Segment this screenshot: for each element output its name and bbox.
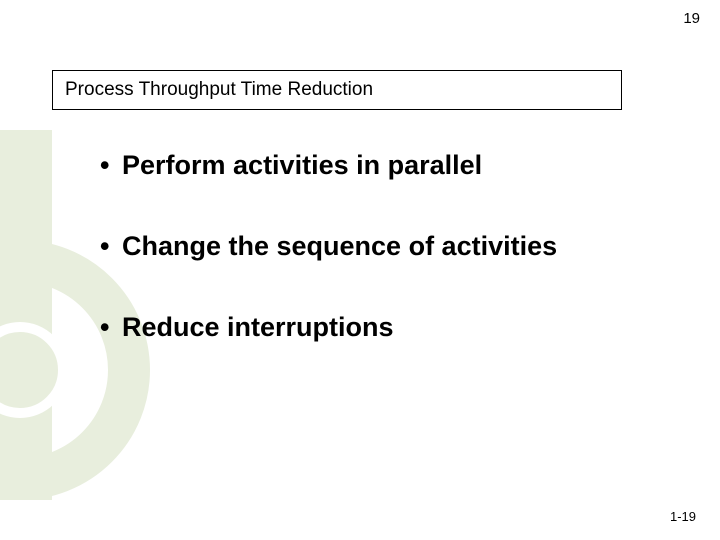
bullet-dot-icon: • <box>100 231 122 262</box>
bullet-text: Perform activities in parallel <box>122 150 482 181</box>
bullet-text: Reduce interruptions <box>122 312 394 343</box>
page-number-bottom: 1-19 <box>670 509 696 524</box>
bullet-item: • Perform activities in parallel <box>100 150 660 181</box>
page-number-top: 19 <box>683 10 700 27</box>
bullet-dot-icon: • <box>100 150 122 181</box>
bullet-item: • Change the sequence of activities <box>100 231 660 262</box>
bullet-list: • Perform activities in parallel • Chang… <box>100 150 660 393</box>
bullet-item: • Reduce interruptions <box>100 312 660 343</box>
bullet-text: Change the sequence of activities <box>122 231 557 262</box>
slide-title: Process Throughput Time Reduction <box>52 70 622 110</box>
bullet-dot-icon: • <box>100 312 122 343</box>
slide: 19 Process Throughput Time Reduction • P… <box>0 0 720 540</box>
